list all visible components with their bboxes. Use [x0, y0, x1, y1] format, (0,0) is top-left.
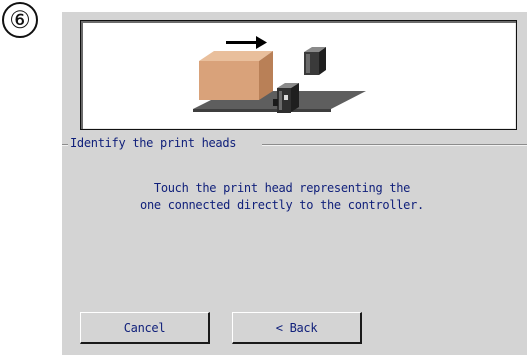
group-divider-right	[262, 144, 527, 146]
direction-arrow-icon	[226, 36, 267, 49]
instruction-text: Touch the print head representing the on…	[102, 180, 462, 214]
group-box-header: Identify the print heads	[62, 134, 527, 154]
group-divider-left	[62, 144, 68, 146]
cancel-button[interactable]: Cancel	[80, 312, 210, 344]
back-button[interactable]: < Back	[232, 312, 362, 344]
print-head-upper[interactable]	[304, 47, 326, 75]
wizard-panel: Identify the print heads Touch the print…	[62, 12, 527, 355]
instruction-line-1: Touch the print head representing the	[153, 181, 411, 195]
illustration-frame	[80, 20, 517, 130]
product-box	[199, 51, 273, 100]
instruction-line-2: one connected directly to the controller…	[140, 198, 424, 212]
group-title: Identify the print heads	[70, 136, 237, 150]
conveyor-edge	[193, 109, 331, 112]
step-number-badge: ⑥	[2, 2, 38, 38]
packaging-line-illustration	[193, 36, 366, 113]
wizard-screen: ⑥ Identify the print heads Touch the pri…	[0, 0, 527, 355]
